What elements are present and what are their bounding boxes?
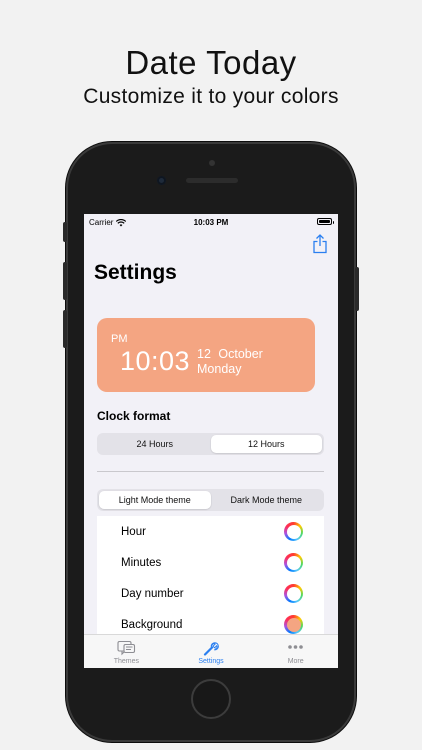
color-row-day-number[interactable]: Day number [97,578,324,609]
status-bar: Carrier 10:03 PM [84,214,338,231]
segment-12-hours[interactable]: 12 Hours [210,435,322,453]
tab-label: More [287,658,304,665]
divider [97,471,324,472]
page-title: Settings [94,261,177,284]
app-screen: Carrier 10:03 PM Settings PM 10:03 12 Oc… [84,214,338,668]
theme-mode-control: Light Mode theme Dark Mode theme [97,489,324,511]
segment-24-hours[interactable]: 24 Hours [99,435,211,453]
share-icon[interactable] [312,234,328,254]
color-row-label: Day number [121,587,184,600]
battery-icon [317,218,334,225]
tab-more[interactable]: More [253,635,338,668]
color-settings-list: Hour Minutes Day number Background [97,516,324,640]
proximity-sensor [209,160,215,166]
color-picker-background[interactable] [284,615,303,634]
clock-ampm: PM [111,333,128,345]
tab-settings[interactable]: Settings [169,635,254,668]
tab-bar: Themes Settings More [84,634,338,668]
volume-down-button [63,310,67,348]
status-time: 10:03 PM [193,218,229,227]
color-picker-hour[interactable] [284,522,303,541]
tab-themes[interactable]: Themes [84,635,169,668]
more-icon [288,645,303,649]
color-row-hour[interactable]: Hour [97,516,324,547]
clock-format-label: Clock format [97,409,171,423]
clock-weekday: Monday [197,362,242,376]
earpiece-speaker [186,178,238,183]
clock-time: 10:03 [120,346,191,376]
segment-light-mode-theme[interactable]: Light Mode theme [99,491,211,509]
tab-label: Settings [198,658,224,665]
color-picker-day-number[interactable] [284,584,303,603]
color-picker-minutes[interactable] [284,553,303,572]
tab-label: Themes [113,658,139,665]
volume-up-button [63,262,67,300]
mute-switch [63,222,67,242]
themes-icon [117,640,135,656]
clock-format-control: 24 Hours 12 Hours [97,433,324,455]
home-button[interactable] [191,679,231,719]
clock-date: 12 October [197,347,263,361]
headline: Date Today [125,44,297,81]
subline: Customize it to your colors [83,85,339,108]
front-camera [157,176,166,185]
color-row-label: Minutes [121,556,162,569]
wrench-icon [203,642,219,656]
segment-dark-mode-theme[interactable]: Dark Mode theme [211,491,323,509]
power-button [355,267,359,311]
color-row-label: Hour [121,525,146,538]
color-row-label: Background [121,618,183,631]
clock-preview-card: PM 10:03 12 October Monday [97,318,315,392]
color-row-minutes[interactable]: Minutes [97,547,324,578]
